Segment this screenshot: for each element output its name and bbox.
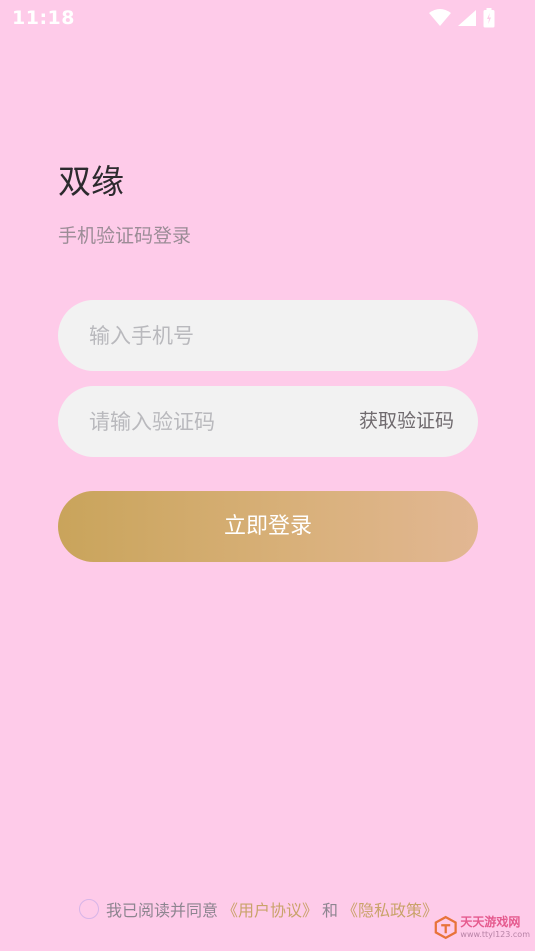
code-field[interactable]: 获取验证码 (58, 386, 478, 457)
agreement-row: 我已阅读并同意 《用户协议》 和 《隐私政策》 (79, 897, 442, 921)
privacy-policy-link[interactable]: 《隐私政策》 (342, 897, 438, 921)
watermark-logo-icon (434, 915, 457, 940)
login-button[interactable]: 立即登录 (58, 491, 478, 562)
agreement-prefix: 我已阅读并同意 (106, 901, 219, 920)
status-bar: 11:18 (0, 0, 535, 36)
app-title: 双缘 (58, 162, 124, 201)
agreement-and: 和 (322, 901, 339, 920)
cellular-signal-icon (458, 10, 476, 26)
phone-input[interactable] (89, 300, 349, 371)
watermark: 天天游戏网 www.ttyl123.com (434, 911, 530, 943)
wifi-icon (429, 9, 451, 26)
agree-checkbox[interactable] (79, 899, 99, 919)
watermark-url: www.ttyl123.com (460, 929, 530, 939)
phone-field[interactable] (58, 300, 478, 371)
user-agreement-link[interactable]: 《用户协议》 (222, 897, 318, 921)
status-time: 11:18 (12, 7, 75, 29)
verification-code-input[interactable] (89, 386, 349, 457)
login-method-subtitle: 手机验证码登录 (58, 225, 192, 247)
watermark-name: 天天游戏网 (460, 914, 521, 929)
status-icons (429, 8, 495, 28)
battery-icon (483, 8, 495, 28)
get-code-button[interactable]: 获取验证码 (359, 386, 454, 457)
